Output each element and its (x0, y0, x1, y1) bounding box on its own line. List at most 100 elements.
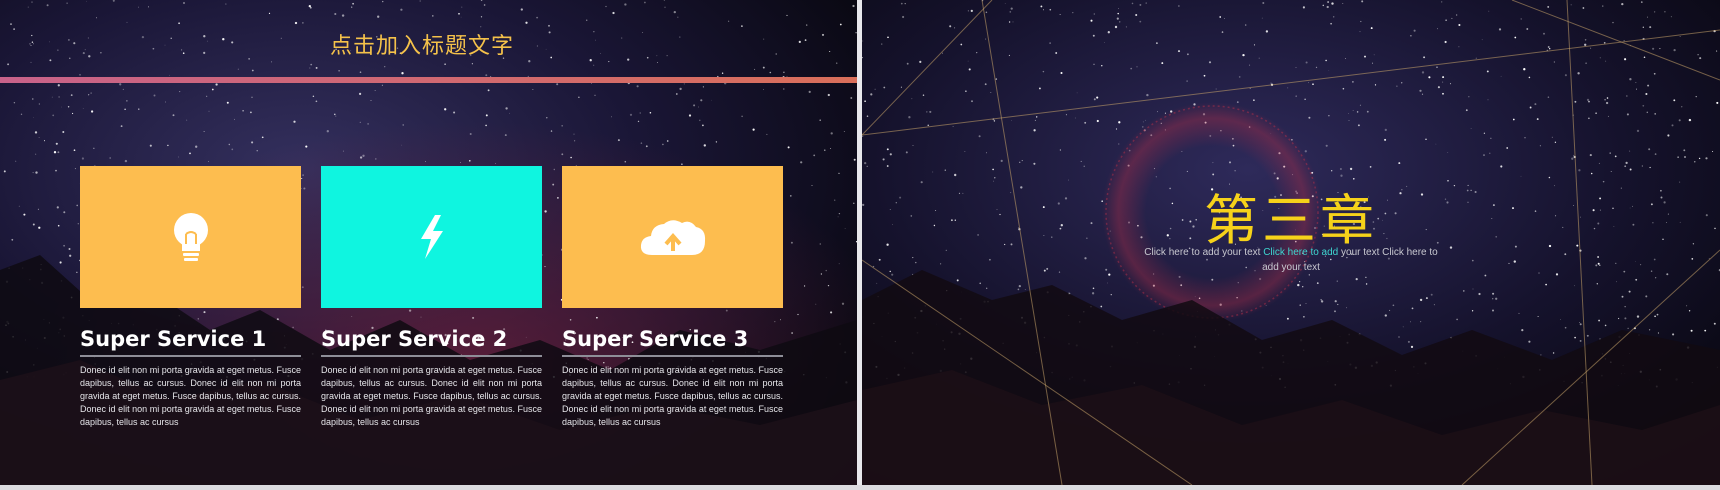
star (358, 92, 362, 96)
star (642, 32, 644, 34)
chapter-subtext[interactable]: Click here to add your text Click here t… (1138, 245, 1444, 275)
star (1478, 292, 1481, 296)
star (1442, 92, 1444, 95)
star (752, 128, 755, 131)
star (400, 8, 403, 11)
star (1554, 141, 1557, 143)
star (206, 95, 208, 97)
star (798, 40, 801, 44)
star (1049, 42, 1051, 44)
star (453, 111, 456, 114)
star (1523, 68, 1526, 71)
star (234, 118, 235, 120)
star (587, 359, 589, 361)
star (251, 141, 254, 144)
star (334, 113, 336, 116)
star (1624, 165, 1627, 168)
star (81, 157, 84, 160)
star (741, 115, 743, 118)
star (1114, 25, 1118, 29)
star (203, 51, 206, 55)
star (645, 145, 648, 148)
service-body-2: Donec id elit non mi porta gravida at eg… (321, 365, 542, 427)
star (1297, 283, 1300, 287)
star (70, 94, 73, 96)
star (37, 208, 39, 210)
star (1612, 21, 1614, 24)
slide-title[interactable]: 点击加入标题文字 (330, 28, 514, 60)
star (834, 199, 836, 201)
star (1435, 143, 1437, 145)
star (985, 11, 988, 14)
star (804, 285, 806, 287)
star (573, 133, 575, 135)
slide-left[interactable]: 点击加入标题文字 Super Service 1 Donec id elit n… (0, 0, 857, 485)
star (1614, 155, 1617, 158)
star (1265, 30, 1269, 33)
star (912, 145, 914, 147)
star (1590, 47, 1592, 49)
star (1607, 115, 1609, 117)
star (1549, 48, 1551, 50)
star (203, 311, 206, 314)
service-body-3: Donec id elit non mi porta gravida at eg… (562, 365, 783, 427)
star (271, 61, 273, 63)
star (1657, 332, 1659, 334)
star (1626, 113, 1629, 116)
star (827, 93, 830, 97)
star (1529, 106, 1532, 109)
service-card-3[interactable] (562, 166, 783, 308)
star (864, 100, 866, 103)
star (31, 41, 34, 43)
star (1055, 52, 1058, 54)
star (1605, 101, 1609, 105)
star (926, 111, 928, 113)
star (1442, 81, 1444, 83)
slide-right[interactable]: 第三章 Click here to add your text Click he… (862, 0, 1720, 485)
star (57, 151, 60, 154)
chapter-heading[interactable]: 第三章 (862, 176, 1720, 255)
star (989, 258, 991, 261)
star (43, 140, 46, 142)
star (359, 71, 362, 73)
star (471, 63, 473, 65)
star (844, 228, 846, 229)
star (1642, 26, 1644, 28)
star (528, 60, 531, 63)
star (1384, 314, 1387, 317)
star (1634, 261, 1636, 262)
star (666, 55, 668, 57)
star (1058, 271, 1061, 273)
star (1125, 26, 1127, 28)
star (1623, 40, 1625, 42)
service-card-1[interactable] (80, 166, 301, 308)
star (1402, 326, 1404, 328)
star (703, 144, 706, 147)
star (1346, 307, 1348, 309)
star (1652, 47, 1655, 50)
star (1302, 6, 1305, 9)
star (1401, 82, 1403, 84)
title-bar (0, 77, 857, 83)
star (1595, 264, 1598, 267)
star (1524, 136, 1526, 139)
star (126, 100, 128, 102)
star (679, 87, 682, 91)
star (557, 197, 559, 199)
star (589, 59, 592, 62)
star (548, 31, 551, 34)
star (976, 51, 978, 54)
star (904, 3, 906, 5)
star (96, 17, 98, 19)
star (1648, 148, 1651, 151)
star (883, 86, 886, 89)
star (77, 223, 79, 225)
star (1337, 303, 1339, 306)
star (1366, 110, 1369, 113)
star (1410, 345, 1414, 349)
star (1625, 161, 1628, 165)
service-card-2[interactable] (321, 166, 542, 308)
star (1534, 103, 1537, 106)
star (1398, 162, 1401, 165)
star (1636, 129, 1640, 133)
